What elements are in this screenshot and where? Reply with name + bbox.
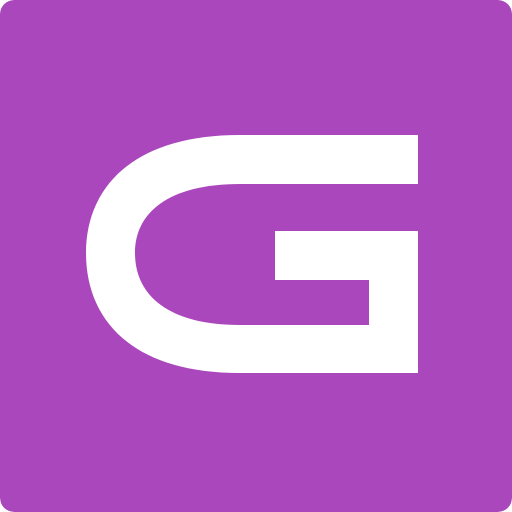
letter-g-logo-icon xyxy=(0,0,512,512)
icon-background xyxy=(0,0,512,512)
app-icon xyxy=(0,0,512,512)
